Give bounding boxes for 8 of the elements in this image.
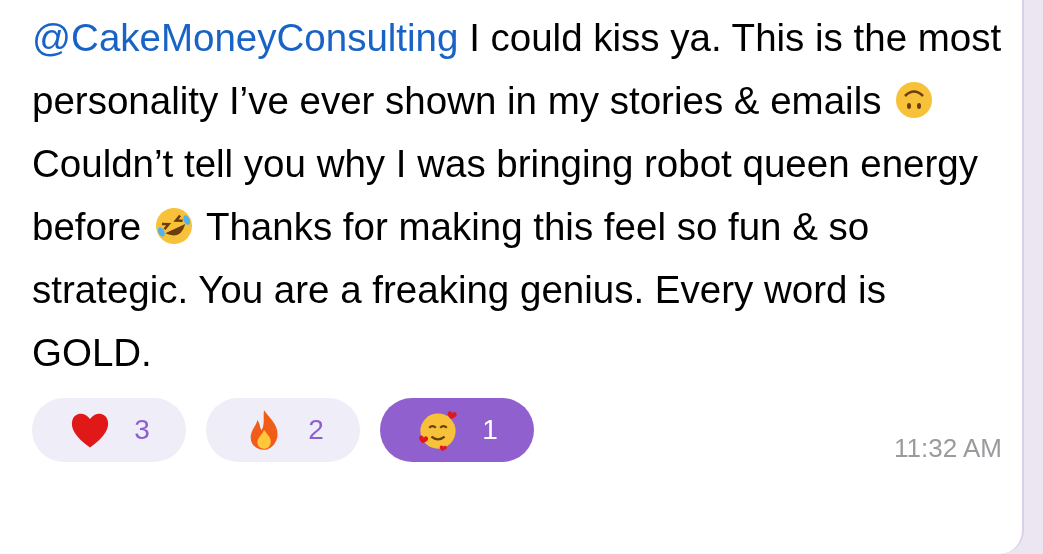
reaction-button[interactable]: 3 (32, 398, 186, 462)
laughing-face-icon (153, 206, 194, 246)
reaction-button[interactable]: 1 (380, 398, 534, 462)
message-time: 11:32 AM (894, 432, 1002, 465)
upside-down-face-icon (894, 80, 935, 120)
message-text: @CakeMoneyConsulting I could kiss ya. This is the most personality I’ve ever shown in my stories & emails Couldn’t tell you why I was bringing robot queen energy before Thanks for making this feel so fun & so strategic. You are a freaking genius. Every word is GOLD. (32, 15, 1003, 376)
mention-link[interactable]: @CakeMoneyConsulting (32, 16, 459, 59)
reaction-button[interactable]: 2 (206, 398, 360, 462)
